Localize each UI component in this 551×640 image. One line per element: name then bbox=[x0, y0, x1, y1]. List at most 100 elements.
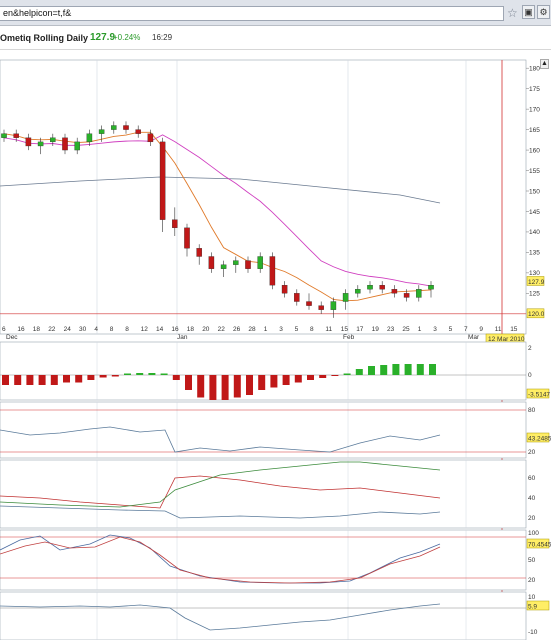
candle-body bbox=[208, 256, 215, 269]
candle-body bbox=[391, 289, 398, 294]
candle-body bbox=[172, 219, 178, 228]
date-tick-label: 12 bbox=[141, 326, 149, 333]
date-tick-label: 20 bbox=[202, 326, 210, 333]
candle-body bbox=[13, 133, 19, 138]
date-tick-label: 9 bbox=[479, 326, 483, 333]
date-tick-label: 14 bbox=[156, 326, 164, 333]
date-tick-label: 7 bbox=[464, 326, 468, 333]
candle-body bbox=[342, 293, 349, 302]
candle-body bbox=[330, 301, 337, 310]
histogram-bar bbox=[404, 364, 412, 375]
quote-header: Ometiq Rolling Daily 127.9 +0.24% 16:29 … bbox=[0, 26, 551, 69]
stoch-20-label: 20 bbox=[528, 577, 536, 584]
page-menu-icon[interactable]: ▣ bbox=[522, 5, 535, 19]
histogram-bar bbox=[2, 375, 9, 385]
rsi-80-label: 80 bbox=[528, 407, 536, 414]
histogram-bar bbox=[136, 373, 144, 375]
histogram-bar bbox=[160, 373, 168, 375]
date-tick-label: 3 bbox=[279, 326, 283, 333]
instrument-title: Ometiq Rolling Daily bbox=[0, 33, 89, 43]
date-tick-label: 30 bbox=[79, 326, 87, 333]
date-tick-label: 28 bbox=[248, 326, 256, 333]
histogram-bar bbox=[270, 375, 278, 388]
histogram-bar bbox=[233, 375, 241, 398]
histogram-bar bbox=[75, 375, 83, 383]
date-tick-label: 19 bbox=[372, 326, 380, 333]
candle-body bbox=[269, 256, 276, 286]
date-tick-label: 18 bbox=[187, 326, 195, 333]
histogram-bar bbox=[294, 375, 302, 383]
candle-body bbox=[184, 227, 190, 249]
histogram-bar bbox=[172, 375, 180, 380]
histogram-bar bbox=[343, 373, 351, 375]
candle-body bbox=[245, 260, 251, 269]
address-bar[interactable]: en&helpicon=t,f& bbox=[0, 6, 504, 21]
price-tick-label: 135 bbox=[529, 250, 540, 257]
candle-body bbox=[135, 129, 141, 134]
histogram-bar bbox=[87, 375, 95, 380]
candle-body bbox=[367, 285, 373, 290]
date-tick-label: 5 bbox=[449, 326, 453, 333]
date-tick-label: 11 bbox=[495, 326, 502, 333]
rsi-20-label: 20 bbox=[528, 449, 536, 456]
candle-body bbox=[147, 133, 154, 143]
candle-body bbox=[98, 129, 105, 134]
last-price-label: 127.9 bbox=[528, 279, 545, 286]
date-tick-label: 3 bbox=[433, 326, 437, 333]
main-chart-frame bbox=[0, 59, 527, 335]
histogram-bar bbox=[124, 373, 131, 375]
price-tick-label: 140 bbox=[529, 229, 540, 236]
histogram-bar bbox=[185, 375, 192, 390]
candle-body bbox=[123, 125, 129, 130]
momentum-value-label: 5.9 bbox=[528, 603, 537, 610]
candle-body bbox=[233, 260, 239, 265]
stoch-value-label: 70.4545 bbox=[528, 541, 551, 548]
candle-body bbox=[428, 285, 434, 290]
histogram-bar bbox=[50, 375, 58, 385]
candle-body bbox=[281, 285, 288, 294]
adx-60-label: 60 bbox=[528, 475, 536, 482]
momentum-neg10-label: -10 bbox=[528, 629, 538, 636]
date-tick-label: 23 bbox=[387, 326, 395, 333]
date-tick-label: 16 bbox=[171, 326, 179, 333]
date-tick-label: 5 bbox=[295, 326, 299, 333]
histogram-bar bbox=[355, 369, 363, 375]
candle-body bbox=[159, 141, 166, 220]
price-tick-label: 180 bbox=[529, 65, 540, 72]
date-tick-label: 8 bbox=[310, 326, 314, 333]
histogram-bar bbox=[307, 375, 314, 380]
histogram-bar bbox=[197, 375, 205, 398]
histogram-bar bbox=[331, 375, 339, 376]
star-icon[interactable]: ☆ bbox=[507, 6, 519, 20]
date-tick-label: 22 bbox=[48, 326, 56, 333]
price-tick-label: 160 bbox=[529, 147, 540, 154]
histogram-bar bbox=[319, 375, 327, 378]
candle-body bbox=[1, 133, 7, 138]
histogram-bar bbox=[380, 365, 388, 375]
candle-body bbox=[74, 141, 80, 151]
adx-20-label: 20 bbox=[528, 515, 536, 522]
macd-panel bbox=[0, 341, 527, 401]
momentum-panel bbox=[0, 591, 527, 640]
time-label: 16:29 bbox=[152, 33, 173, 42]
candle-body bbox=[355, 289, 361, 294]
adx-40-label: 40 bbox=[528, 495, 536, 502]
price-tick-label: 170 bbox=[529, 106, 540, 113]
candle-body bbox=[220, 264, 227, 269]
stochastic-panel bbox=[0, 529, 527, 591]
browser-toolbar: en&helpicon=t,f& ☆ ▣ ⚙ bbox=[0, 0, 551, 26]
date-tick-label: 8 bbox=[125, 326, 129, 333]
chart-area: 180175170165160155150145140135130125120.… bbox=[0, 59, 551, 640]
price-change: +0.24% bbox=[113, 33, 141, 42]
candle-body bbox=[318, 305, 324, 310]
candle-body bbox=[196, 248, 202, 257]
macd-value-label: -3.5147 bbox=[528, 391, 550, 398]
wrench-icon[interactable]: ⚙ bbox=[537, 5, 550, 19]
candle-body bbox=[379, 285, 385, 290]
date-tick-label: 4 bbox=[94, 326, 98, 333]
candle-body bbox=[86, 133, 93, 143]
histogram-bar bbox=[392, 364, 400, 375]
date-tick-label: 16 bbox=[17, 326, 25, 333]
macd-top-label: 2 bbox=[528, 345, 532, 352]
histogram-bar bbox=[38, 375, 46, 385]
